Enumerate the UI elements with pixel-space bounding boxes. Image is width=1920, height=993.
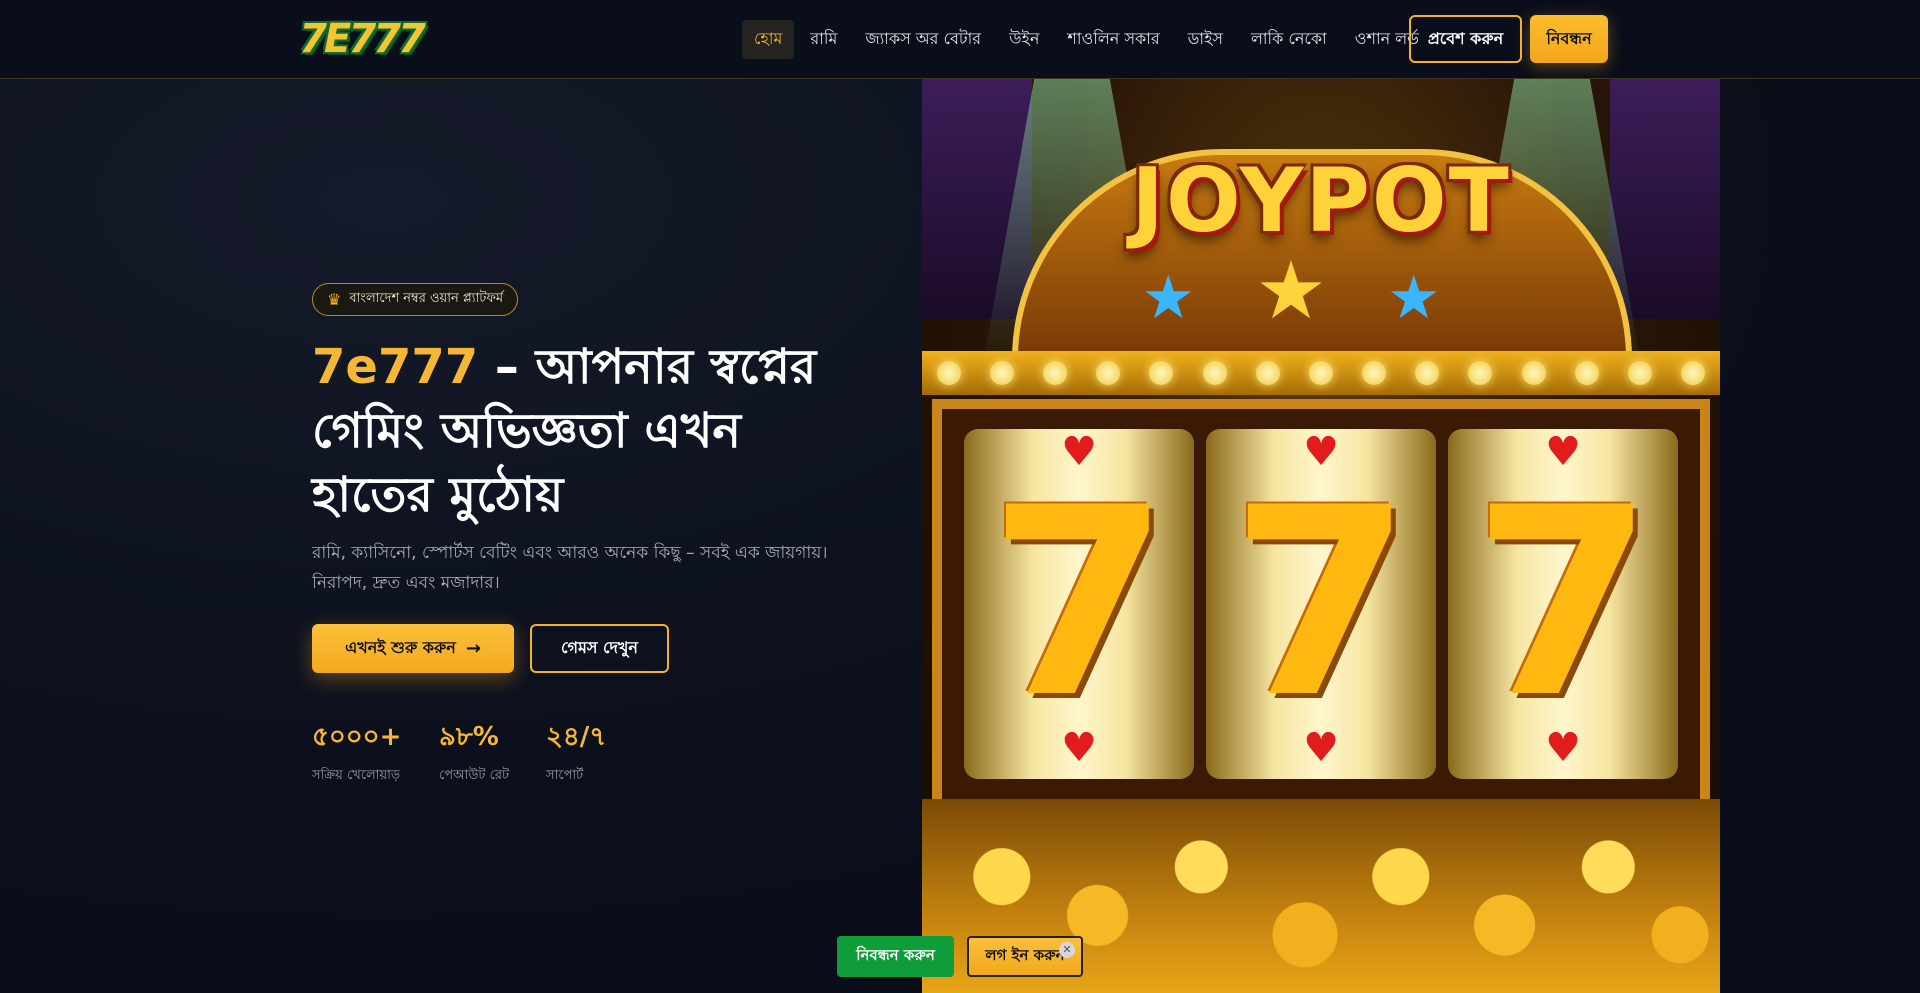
nav-item-rummy[interactable]: রামি [798,20,849,59]
stat-payout: ৯৮% পেআউট রেট [439,720,509,787]
hero-title-brand: 7e777 [312,339,479,395]
reel-symbol: 7 [1230,453,1412,755]
star-icon: ★ [1255,244,1387,337]
site-logo[interactable]: 7E777 [299,16,426,62]
heart-icon: ♥ [1061,725,1097,771]
star-icon: ★ [1141,263,1256,333]
star-icon: ★ [1386,263,1501,333]
stat-players: ৫০০০+ সক্রিয় খেলোয়াড় [312,720,401,787]
reel-frame: ♥ 7 ♥ ♥ 7 ♥ ♥ 7 ♥ [932,399,1710,809]
start-now-label: এখনই শুরু করুন [345,638,456,657]
platform-badge: ♛ বাংলাদেশ নম্বর ওয়ান প্ল্যাটফর্ম [312,283,519,316]
reel: ♥ 7 ♥ [1206,429,1436,779]
reel: ♥ 7 ♥ [964,429,1194,779]
stat-support: ২৪/৭ সাপোর্ট [546,720,606,787]
start-now-button[interactable]: এখনই শুরু করুন → [312,624,514,673]
badge-text: বাংলাদেশ নম্বর ওয়ান প্ল্যাটফর্ম [349,291,504,306]
stat-value: ৫০০০+ [312,722,402,752]
nav-item-jacks-or-better[interactable]: জ্যাকস অর বেটার [853,20,993,59]
stars-decoration: ★★★ [922,244,1720,337]
sticky-register-button[interactable]: নিবন্ধন করুন [837,936,954,977]
stat-label: পেআউট রেট [439,768,510,783]
hero-subtitle: রামি, ক্যাসিনো, স্পোর্টস বেটিং এবং আরও অ… [312,543,828,593]
slot-machine-image: JOYPOT ★★★ ♥ 7 ♥ ♥ 7 ♥ ♥ 7 ♥ [922,79,1720,993]
stat-label: সক্রিয় খেলোয়াড় [312,768,401,783]
nav-item-win[interactable]: উইন [997,20,1051,59]
joypot-banner-text: JOYPOT [1131,149,1511,252]
arrow-right-icon: → [465,638,481,659]
header-login-button[interactable]: প্রবেশ করুন [1409,15,1522,63]
reel-symbol: 7 [1472,453,1654,755]
view-games-button[interactable]: গেমস দেখুন [530,624,669,673]
main-nav: হোম রামি জ্যাকস অর বেটার উইন শাওলিন সকার… [742,20,1435,59]
light-bulb-row [922,351,1720,395]
stat-label: সাপোর্ট [546,768,584,783]
hero-title: 7e777 – আপনার স্বপ্নের গেমিং অভিজ্ঞতা এখ… [312,335,852,527]
header-register-button[interactable]: নিবন্ধন [1530,15,1608,63]
site-header: 7E777 হোম রামি জ্যাকস অর বেটার উইন শাওলি… [0,0,1920,79]
nav-item-home[interactable]: হোম [742,20,795,59]
stat-value: ৯৮% [439,722,499,752]
reel: ♥ 7 ♥ [1448,429,1678,779]
crown-icon: ♛ [327,290,342,309]
heart-icon: ♥ [1303,725,1339,771]
close-icon[interactable]: ✕ [1059,942,1075,958]
heart-icon: ♥ [1545,725,1581,771]
nav-item-lucky-neko[interactable]: লাকি নেকো [1239,20,1339,59]
nav-item-dice[interactable]: ডাইস [1176,20,1235,59]
stat-value: ২৪/৭ [546,722,607,752]
reel-symbol: 7 [988,453,1170,755]
nav-item-shaolin-soccer[interactable]: শাওলিন সকার [1055,20,1171,59]
